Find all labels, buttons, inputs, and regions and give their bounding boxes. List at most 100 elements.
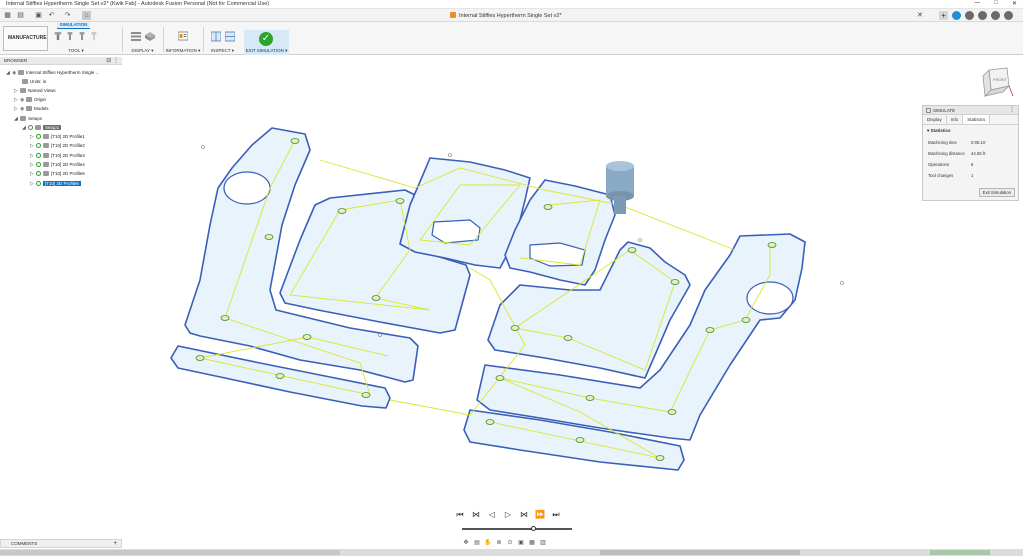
- stat-row: Machining time 0:05:10: [928, 140, 986, 145]
- skip-to-start-icon[interactable]: ⏮: [455, 510, 465, 520]
- simulate-panel-header[interactable]: SIMULATE ⋮: [923, 106, 1018, 115]
- collapse-icon[interactable]: ◢: [22, 124, 28, 133]
- tree-item-units[interactable]: Units: in: [22, 77, 46, 86]
- display-group-label: DISPLAY ▾: [131, 48, 154, 53]
- lead-in-marker: [302, 334, 312, 340]
- ribbon-divider: [163, 27, 164, 52]
- extensions-icon[interactable]: [952, 11, 961, 20]
- view-cube[interactable]: FRONT: [975, 64, 1015, 104]
- fast-forward-icon[interactable]: ⏩: [535, 510, 545, 520]
- exit-simulation-button[interactable]: ✓ EXIT SIMULATION ▾: [244, 30, 289, 55]
- tree-item-named-views[interactable]: ▷ Named Views: [14, 86, 56, 95]
- workspace-switcher[interactable]: MANUFACTURE ▾: [3, 26, 48, 64]
- expand-icon[interactable]: ▷: [30, 142, 36, 151]
- lead-in-marker: [495, 375, 505, 381]
- viewports-icon[interactable]: ▥: [539, 539, 547, 547]
- stat-row: Operations 6: [928, 162, 974, 167]
- tab-display[interactable]: Display: [923, 115, 947, 124]
- exit-simulation-panel-button[interactable]: Exit Simulation: [978, 188, 1015, 197]
- look-at-icon[interactable]: ▤: [473, 539, 481, 547]
- statistics-section-header[interactable]: ▾ Statistics: [923, 125, 1018, 137]
- tree-item-setup1[interactable]: ◢ Setup1: [22, 123, 62, 133]
- file-menu-icon[interactable]: ▤: [16, 11, 25, 20]
- notifications-icon[interactable]: [978, 11, 987, 20]
- setup-icon: [35, 125, 41, 130]
- skip-to-end-icon[interactable]: ⏭: [551, 510, 561, 520]
- tree-item-profile1[interactable]: ▷ [T10] 2D Profile1: [30, 132, 85, 141]
- tree-item-profile6[interactable]: ▷ [T10] 2D Profile6: [30, 179, 81, 188]
- tree-root-document[interactable]: ◢ ◉ Internal Stiffies Hypertherm Single ..…: [6, 68, 99, 77]
- display-settings-icon[interactable]: ▣: [517, 539, 525, 547]
- home-icon[interactable]: ⌂: [82, 11, 91, 20]
- tree-item-profile3[interactable]: ▷ [T10] 2D Profile3: [30, 151, 85, 160]
- step-forward-icon[interactable]: ⋈: [519, 510, 529, 520]
- tree-item-setups[interactable]: ◢ Setups: [14, 114, 42, 123]
- ribbon: MANUFACTURE ▾ SIMULATION TOOL ▾ DISPLAY …: [0, 22, 1023, 64]
- panel-options-icon[interactable]: ⋮: [1009, 106, 1015, 115]
- comments-panel[interactable]: COMMENTS +: [0, 539, 122, 548]
- browser-title: BROWSER: [4, 58, 28, 63]
- pan-icon[interactable]: ✋: [484, 539, 492, 547]
- document-icon: [450, 12, 456, 18]
- information-group[interactable]: INFORMATION ▾: [165, 30, 201, 54]
- lead-in-marker: [543, 204, 553, 210]
- close-window-button[interactable]: ✕: [1012, 0, 1017, 9]
- point-marker: [638, 238, 642, 242]
- stat-row: Tool changes 1: [928, 173, 974, 178]
- new-tab-icon[interactable]: +: [939, 11, 948, 20]
- step-back-icon[interactable]: ⋈: [471, 510, 481, 520]
- app-grid-icon[interactable]: ▦: [3, 11, 12, 20]
- profile-op-icon: [43, 162, 49, 167]
- expand-icon[interactable]: ▷: [30, 170, 36, 179]
- tree-item-origin[interactable]: ▷ ◉ Origin: [14, 95, 46, 104]
- orbit-icon[interactable]: ✥: [462, 539, 470, 547]
- expand-icon[interactable]: ▷: [30, 180, 36, 189]
- redo-icon[interactable]: ↷: [63, 11, 72, 20]
- information-icon: [178, 31, 188, 41]
- user-avatar-icon[interactable]: [1004, 11, 1013, 20]
- minimize-button[interactable]: —: [974, 0, 980, 9]
- status-ok-icon: [36, 153, 41, 158]
- document-tab[interactable]: Internal Stiffies Hypertherm Single Set …: [450, 12, 562, 19]
- graphics-viewport[interactable]: [122, 56, 1023, 536]
- undo-icon[interactable]: ↶: [47, 11, 56, 20]
- ribbon-divider: [122, 27, 123, 52]
- simulation-timeline-slider[interactable]: [462, 526, 572, 532]
- slider-knob[interactable]: [531, 526, 536, 531]
- maximize-button[interactable]: □: [994, 0, 998, 9]
- play-reverse-icon[interactable]: ◁: [487, 510, 497, 520]
- add-comment-icon[interactable]: +: [113, 540, 117, 548]
- part-cutout: [431, 219, 481, 244]
- folder-icon: [20, 88, 26, 93]
- inspect-group[interactable]: INSPECT ▾: [205, 30, 240, 54]
- job-status-icon[interactable]: [965, 11, 974, 20]
- tree-item-profile5[interactable]: ▷ [T10] 2D Profile5: [30, 169, 85, 178]
- lead-in-marker: [510, 325, 520, 331]
- simulate-panel-title: SIMULATE: [933, 108, 956, 113]
- tab-info[interactable]: Info: [947, 115, 964, 124]
- information-group-label: INFORMATION ▾: [165, 48, 201, 53]
- tool-group-label: TOOL ▾: [68, 48, 84, 53]
- browser-header-icons[interactable]: ⊟ ⋮: [106, 57, 119, 65]
- playback-controls: ⏮ ⋈ ◁ ▷ ⋈ ⏩ ⏭: [455, 510, 561, 522]
- status-ok-icon: [36, 181, 41, 186]
- close-tab-icon[interactable]: ✕: [917, 11, 923, 19]
- tab-simulation[interactable]: SIMULATION: [57, 22, 90, 29]
- help-icon[interactable]: [991, 11, 1000, 20]
- folder-icon: [26, 97, 32, 102]
- point-marker: [201, 145, 205, 149]
- tree-item-profile2[interactable]: ▷ [T10] 2D Profile2: [30, 141, 85, 150]
- inspect-group-label: INSPECT ▾: [211, 48, 234, 53]
- save-icon[interactable]: ▣: [34, 11, 43, 20]
- tree-item-models[interactable]: ▷ ◉ Models: [14, 104, 49, 113]
- tab-statistics[interactable]: Statistics: [963, 115, 991, 124]
- fit-icon[interactable]: ⊙: [506, 539, 514, 547]
- tree-item-profile4[interactable]: ▷ [T10] 2D Profile4: [30, 160, 85, 169]
- display-group[interactable]: DISPLAY ▾: [125, 30, 160, 54]
- play-icon[interactable]: ▷: [503, 510, 513, 520]
- grid-settings-icon[interactable]: ▦: [528, 539, 536, 547]
- zoom-icon[interactable]: ⊕: [495, 539, 503, 547]
- browser-header[interactable]: BROWSER ⊟ ⋮: [0, 57, 122, 65]
- tool-group[interactable]: TOOL ▾: [54, 30, 98, 54]
- lead-in-marker: [670, 279, 680, 285]
